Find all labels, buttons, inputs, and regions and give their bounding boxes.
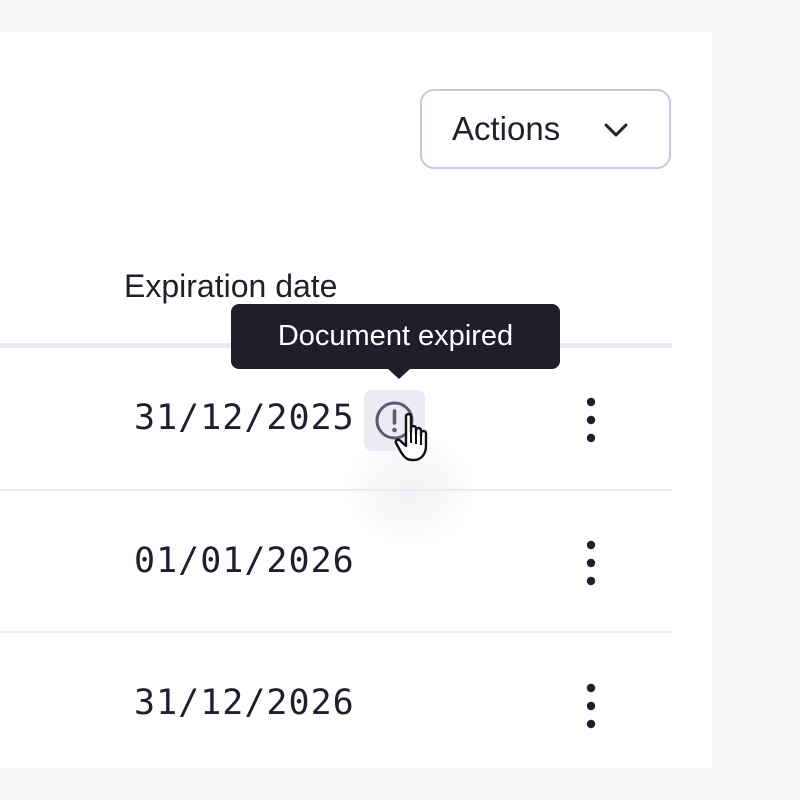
tooltip-arrow [387, 368, 411, 379]
row-menu-kebab-icon[interactable] [576, 396, 606, 444]
row-menu-kebab-icon[interactable] [576, 682, 606, 730]
chevron-down-icon [604, 123, 628, 137]
actions-button[interactable]: Actions [420, 89, 671, 169]
actions-button-label: Actions [452, 110, 561, 147]
expiration-date-cell: 01/01/2026 [134, 541, 355, 581]
tooltip: Document expired [231, 304, 560, 369]
column-header-expiration-date: Expiration date [124, 268, 338, 304]
tooltip-text: Document expired [277, 320, 514, 352]
row-divider [0, 489, 672, 491]
row-divider [0, 631, 672, 633]
expiration-date-cell: 31/12/2025 [134, 398, 355, 438]
expiration-date-cell: 31/12/2026 [134, 683, 355, 723]
row-menu-kebab-icon[interactable] [576, 539, 606, 587]
pointer-hand-cursor-icon [394, 412, 428, 462]
